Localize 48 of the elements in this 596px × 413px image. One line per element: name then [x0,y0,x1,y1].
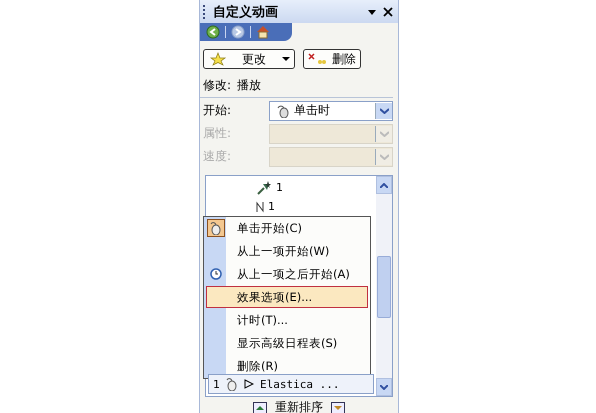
menu-item[interactable]: 从上一项之后开始(A) [206,263,368,285]
play-icon [244,379,254,389]
dropdown-field[interactable] [269,124,393,144]
effect-name: Elastica ... [260,378,340,390]
remove-button[interactable]: 删除 [303,49,361,69]
sound-icon [256,200,264,212]
effect-number: 1 [276,181,283,194]
modify-value: 播放 [237,77,262,94]
scroll-down-icon[interactable] [380,384,388,390]
move-down-icon[interactable] [331,402,345,413]
menu-item[interactable]: 效果选项(E)... [206,286,368,308]
move-up-icon[interactable] [253,402,267,413]
pane-title: 自定义动画 [213,4,279,20]
effect-item[interactable]: 1 [206,197,376,216]
field-value: 单击时 [294,102,331,119]
pin-icon [256,180,272,194]
mouse-icon [226,377,238,391]
field-label: 速度: [203,148,232,165]
dropdown-field[interactable]: 单击时 [269,100,393,120]
clock-icon [210,268,222,280]
dropdown-field[interactable] [269,146,393,166]
reorder-label: 重新排序 [275,399,323,413]
scroll-up-icon[interactable] [380,182,388,188]
menu-item[interactable]: 显示高级日程表(S) [206,332,368,354]
effect-item[interactable]: 1 [206,178,376,197]
field-label: 开始: [203,102,232,119]
grip-icon [203,4,207,18]
forward-icon[interactable] [231,25,245,39]
home-icon[interactable] [256,25,270,39]
scrollbar[interactable] [376,176,392,396]
menu-item[interactable]: 从上一项开始(W) [206,240,368,262]
selected-effect-row[interactable]: 1 Elastica ... [208,374,374,394]
effect-number: 1 [268,200,275,213]
mouse-icon [276,104,290,118]
scroll-thumb[interactable] [377,256,391,318]
caret-icon [282,56,290,62]
effect-number: 1 [213,378,220,390]
modify-label: 修改: [203,77,232,94]
menu-item[interactable]: 单击开始(C) [206,217,368,239]
mouse-icon [210,221,222,235]
field-label: 属性: [203,125,232,142]
remove-effect-icon [308,52,328,66]
change-button[interactable]: 更改 [203,49,295,69]
star-icon [208,52,226,66]
menu-item[interactable]: 删除(R) [206,355,368,377]
back-icon[interactable] [206,25,220,39]
menu-item[interactable]: 计时(T)... [206,309,368,331]
close-icon[interactable] [383,6,393,16]
